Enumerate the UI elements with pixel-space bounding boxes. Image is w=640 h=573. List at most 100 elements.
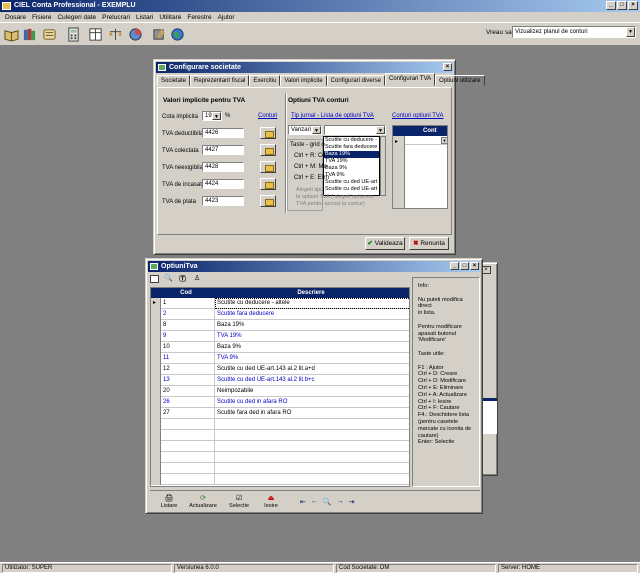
table-row[interactable]: 9 TVA 19% — [151, 331, 409, 342]
table-row[interactable]: 13 Scutite cu ded UE-art.143 al.2 lit.b+c — [151, 375, 409, 386]
conturi-optiuni-link[interactable]: Conturi optiuni TVA — [392, 113, 443, 119]
iesire-button[interactable]: ⏏ Iesire — [258, 493, 284, 512]
search-icon[interactable]: 🔍 — [164, 274, 173, 282]
close-button[interactable]: × — [628, 1, 638, 10]
row-header[interactable] — [151, 419, 161, 430]
table-row[interactable]: 20 Neimpozabile — [151, 386, 409, 397]
row-header[interactable] — [151, 386, 161, 397]
tva-incasat-input[interactable]: 4424 — [202, 179, 244, 189]
next-record-icon[interactable]: → — [337, 498, 344, 506]
cell-descriere[interactable]: TVA 9% — [215, 353, 409, 364]
open-book-icon[interactable] — [4, 27, 19, 42]
cell-cod[interactable] — [161, 441, 215, 452]
jurnal-select[interactable]: Vanzari ▼ — [288, 125, 322, 135]
ledger-icon[interactable] — [88, 27, 103, 42]
menu-fisiere[interactable]: Fisiere — [29, 14, 55, 21]
dropdown-option[interactable]: TVA 9% — [324, 172, 379, 179]
close-icon[interactable]: × — [443, 63, 452, 71]
dropdown-option[interactable]: Scutite fara deducere — [324, 144, 379, 151]
dropdown-option-selected[interactable]: Baza 19% — [324, 151, 379, 158]
chevron-down-icon[interactable]: ▼ — [212, 112, 221, 120]
folder-icon[interactable] — [260, 144, 276, 156]
minimize-button[interactable]: _ — [450, 262, 459, 270]
optiuni-grid[interactable]: Cod Descriere ▸ 1 Scutite cu deducere - al… — [150, 287, 410, 487]
cell-cod[interactable]: 10 — [161, 342, 215, 353]
pie-chart-icon[interactable] — [128, 27, 143, 42]
listare-button[interactable]: 🖨 Listare — [154, 493, 184, 512]
cell-cod[interactable] — [161, 430, 215, 441]
grid-view-icon[interactable] — [150, 275, 159, 283]
current-row-icon[interactable]: ▸ — [151, 298, 161, 309]
dropdown-option[interactable]: Scutite cu deducere - — [324, 137, 379, 144]
maximize-button[interactable]: □ — [460, 262, 469, 270]
tab-configurari-diverse[interactable]: Configurari diverse — [326, 75, 386, 86]
globe-icon[interactable] — [170, 27, 185, 42]
cell-descriere[interactable]: Scutite cu deducere - altele — [215, 298, 409, 309]
table-row[interactable]: 8 Baza 19% — [151, 320, 409, 331]
cell-cod[interactable]: 13 — [161, 375, 215, 386]
search-icon[interactable]: 🔍 — [323, 498, 332, 506]
table-row[interactable]: 10 Baza 9% — [151, 342, 409, 353]
scroll-icon[interactable] — [42, 27, 57, 42]
chevron-down-icon[interactable]: ▼ — [376, 126, 385, 134]
vreau-select[interactable]: Vizualizez planul de conturi ▼ — [512, 26, 636, 38]
row-header[interactable] — [151, 474, 161, 485]
tva-neexigibila-input[interactable]: 4428 — [202, 162, 244, 172]
cell-cod[interactable]: 27 — [161, 408, 215, 419]
dropdown-option[interactable]: Scutite cu ded UE-art — [324, 179, 379, 186]
chevron-down-icon[interactable]: ▼ — [312, 126, 321, 134]
tva-colectata-input[interactable]: 4427 — [202, 145, 244, 155]
menu-ajutor[interactable]: Ajutor — [215, 14, 238, 21]
validate-button[interactable]: ✔ Valideaza — [365, 237, 405, 250]
books-icon[interactable] — [22, 27, 37, 42]
cont-grid[interactable]: Cont ▸ ▼ — [392, 125, 448, 209]
cell-descriere[interactable]: Scutite cu ded UE-art.143 al.2 lit.b+c — [215, 375, 409, 386]
minimize-button[interactable]: _ — [606, 1, 616, 10]
folder-icon[interactable] — [260, 195, 276, 207]
cell-cod[interactable]: 11 — [161, 353, 215, 364]
row-header[interactable] — [151, 397, 161, 408]
table-row[interactable] — [151, 452, 409, 463]
row-header[interactable] — [151, 463, 161, 474]
dropdown-option[interactable]: TVA 19% — [324, 158, 379, 165]
actualizare-button[interactable]: ⟳ Actualizare — [186, 493, 220, 512]
last-record-icon[interactable]: ⇥ — [349, 498, 355, 506]
filter-icon[interactable]: Ⓣ — [179, 274, 186, 284]
optiuni-dropdown-list[interactable]: Scutite cu deducere - Scutite fara deduc… — [323, 136, 380, 196]
row-header[interactable] — [151, 364, 161, 375]
tab-reprezentant[interactable]: Reprezentant fiscal — [190, 75, 250, 86]
chevron-down-icon[interactable]: ▼ — [441, 137, 447, 144]
cell-cod[interactable]: 8 — [161, 320, 215, 331]
row-header[interactable] — [151, 430, 161, 441]
table-row[interactable]: ▸ 1 Scutite cu deducere - altele — [151, 298, 409, 309]
balance-icon[interactable] — [108, 27, 123, 42]
menu-culegeri[interactable]: Culegeri date — [54, 14, 99, 21]
cell-descriere[interactable] — [215, 474, 409, 485]
cell-descriere[interactable]: Scutite cu ded in afara RO — [215, 397, 409, 408]
menu-listari[interactable]: Listari — [133, 14, 156, 21]
cell-descriere[interactable]: Scutite fara ded in afara RO — [215, 408, 409, 419]
cell-descriere[interactable] — [215, 430, 409, 441]
tab-exercitiu[interactable]: Exercitiu — [249, 75, 281, 86]
close-icon[interactable]: × — [470, 262, 479, 270]
column-header-descriere[interactable]: Descriere — [211, 288, 409, 298]
chevron-down-icon[interactable]: ▼ — [626, 27, 635, 37]
folder-icon[interactable] — [260, 161, 276, 173]
cell-cod[interactable] — [161, 419, 215, 430]
first-record-icon[interactable]: ⇤ — [300, 498, 306, 506]
row-header[interactable] — [151, 342, 161, 353]
menu-ferestre[interactable]: Ferestre — [184, 14, 214, 21]
table-row[interactable] — [151, 430, 409, 441]
menu-prelucrari[interactable]: Prelucrari — [99, 14, 133, 21]
table-row[interactable] — [151, 419, 409, 430]
dropdown-scrollbar[interactable] — [380, 136, 386, 196]
menu-dosare[interactable]: Dosare — [2, 14, 29, 21]
tab-optiuni-utilizare[interactable]: Optiuni utilizare — [435, 75, 485, 86]
selectie-button[interactable]: ☑ Selectie — [224, 493, 254, 512]
cell-cod[interactable]: 1 — [161, 298, 215, 309]
cancel-button[interactable]: ✖ Renunta — [409, 237, 449, 250]
cell-cod[interactable]: 12 — [161, 364, 215, 375]
tab-societate[interactable]: Societate — [157, 75, 191, 86]
row-header[interactable] — [151, 320, 161, 331]
maximize-button[interactable]: □ — [617, 1, 627, 10]
